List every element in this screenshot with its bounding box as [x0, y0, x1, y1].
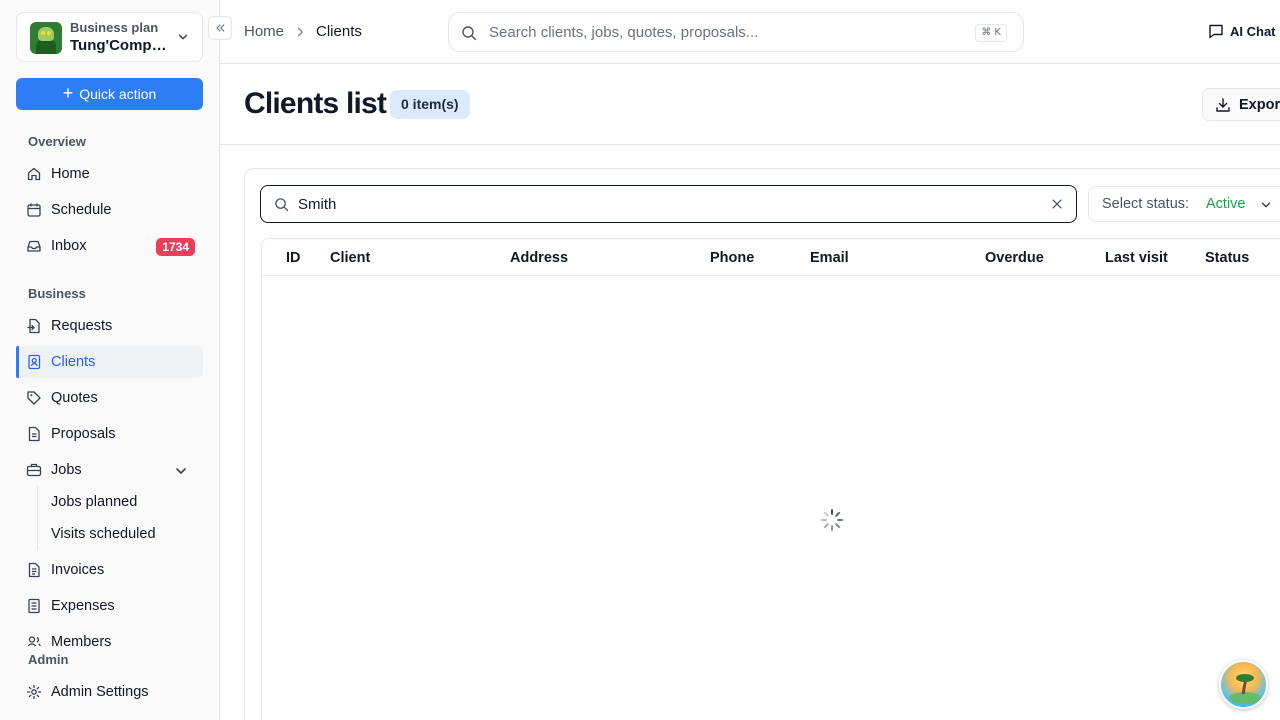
inbox-count-badge: 1734: [156, 238, 195, 256]
tag-icon: [27, 391, 41, 405]
client-search-input[interactable]: [298, 194, 998, 214]
item-count-badge: 0 item(s): [390, 90, 470, 119]
sidebar-item-quotes[interactable]: Quotes: [16, 382, 203, 414]
quick-action-button[interactable]: + Quick action: [16, 78, 203, 110]
sidebar-item-label: Expenses: [51, 598, 115, 614]
receipt-icon: [28, 598, 40, 614]
gear-icon: [26, 684, 42, 700]
sidebar-item-label: Quotes: [51, 390, 98, 406]
page-title: Clients list: [244, 87, 387, 120]
sidebar-item-label: Admin Settings: [51, 684, 149, 700]
contact-icon: [28, 354, 41, 370]
column-header-overdue[interactable]: Overdue: [985, 250, 1044, 266]
sidebar-item-clients[interactable]: Clients: [16, 346, 203, 378]
column-header-last-visit[interactable]: Last visit: [1105, 250, 1168, 266]
sidebar-item-label: Clients: [51, 354, 96, 370]
ai-chat-button[interactable]: AI Chat: [1208, 23, 1276, 39]
sidebar-item-requests[interactable]: Requests: [16, 310, 203, 342]
column-header-id[interactable]: ID: [286, 250, 301, 266]
search-icon: [462, 26, 477, 41]
status-select-value: Active: [1206, 196, 1246, 212]
sidebar-item-home[interactable]: Home: [16, 158, 203, 190]
submenu-line: [37, 486, 38, 550]
sidebar-item-proposals[interactable]: Proposals: [16, 418, 203, 450]
header-divider: [220, 144, 1280, 145]
section-business: Business: [28, 286, 86, 301]
sidebar-item-label: Jobs: [51, 462, 82, 478]
plus-icon: +: [62, 83, 74, 103]
ai-chat-label: AI Chat: [1230, 23, 1276, 39]
column-header-email[interactable]: Email: [810, 250, 849, 266]
sidebar-item-label: Schedule: [51, 202, 112, 218]
download-icon: [1216, 97, 1230, 112]
table-header: ID Client Address Phone Email Overdue La…: [262, 239, 1280, 276]
home-icon: [27, 167, 41, 181]
briefcase-icon: [26, 463, 42, 477]
section-overview: Overview: [28, 134, 86, 149]
client-search-field[interactable]: [260, 185, 1077, 223]
breadcrumb: Home Clients: [244, 23, 362, 40]
company-logo: [30, 22, 62, 54]
column-header-address[interactable]: Address: [510, 250, 568, 266]
chevron-right-icon: [297, 27, 303, 36]
search-shortcut: ⌘ K: [975, 24, 1007, 42]
export-label: Export: [1239, 96, 1280, 113]
chevron-down-icon: [1261, 202, 1271, 208]
sidebar-item-label: Proposals: [51, 426, 116, 442]
sidebar-item-label: Requests: [51, 318, 113, 334]
section-admin: Admin: [28, 652, 69, 667]
invoice-icon: [28, 562, 40, 578]
loading-spinner-icon: [821, 509, 843, 531]
sidebar-item-label: Invoices: [51, 562, 105, 578]
status-select-label: Select status:: [1102, 196, 1190, 212]
sidebar-item-jobs[interactable]: Jobs: [16, 454, 203, 486]
quick-action-label: Quick action: [79, 86, 157, 102]
sidebar-item-invoices[interactable]: Invoices: [16, 554, 203, 586]
sidebar-subitem-jobs-planned[interactable]: Jobs planned: [51, 494, 137, 510]
sidebar-item-label: Home: [51, 166, 90, 182]
plan-label: Business plan: [70, 20, 159, 35]
clients-table: ID Client Address Phone Email Overdue La…: [261, 238, 1280, 720]
column-header-client[interactable]: Client: [330, 250, 370, 266]
assistant-avatar-button[interactable]: [1219, 660, 1268, 709]
sidebar-item-admin-settings[interactable]: Admin Settings: [16, 676, 203, 708]
chevron-down-icon: [178, 34, 188, 40]
chat-icon: [1209, 24, 1223, 39]
close-icon[interactable]: [1050, 197, 1064, 211]
chevrons-left-icon: [216, 24, 225, 32]
company-switcher[interactable]: Business plan Tung'Company: [16, 12, 203, 62]
sidebar-item-label: Inbox: [51, 238, 87, 254]
sidebar-item-expenses[interactable]: Expenses: [16, 590, 203, 622]
document-icon: [28, 426, 40, 442]
global-search-placeholder: Search clients, jobs, quotes, proposals.…: [489, 24, 759, 41]
top-bar: Home Clients Search clients, jobs, quote…: [220, 0, 1280, 64]
export-button[interactable]: Export: [1202, 88, 1280, 121]
breadcrumb-current: Clients: [316, 23, 362, 40]
status-select[interactable]: Select status: Active: [1088, 186, 1280, 222]
global-search[interactable]: Search clients, jobs, quotes, proposals.…: [448, 12, 1024, 52]
sidebar-item-inbox[interactable]: Inbox 1734: [16, 230, 203, 262]
sidebar: Business plan Tung'Company + Quick actio…: [0, 0, 220, 720]
search-icon: [275, 198, 289, 212]
calendar-icon: [27, 203, 41, 217]
request-icon: [27, 318, 40, 334]
breadcrumb-home[interactable]: Home: [244, 23, 284, 40]
inbox-icon: [27, 240, 41, 252]
column-header-status[interactable]: Status: [1205, 250, 1249, 266]
company-name: Tung'Company: [70, 37, 170, 54]
chevron-down-icon[interactable]: [173, 463, 189, 479]
collapse-sidebar-button[interactable]: [208, 16, 232, 40]
sidebar-subitem-visits-scheduled[interactable]: Visits scheduled: [51, 526, 156, 542]
sidebar-item-schedule[interactable]: Schedule: [16, 194, 203, 226]
column-header-phone[interactable]: Phone: [710, 250, 754, 266]
